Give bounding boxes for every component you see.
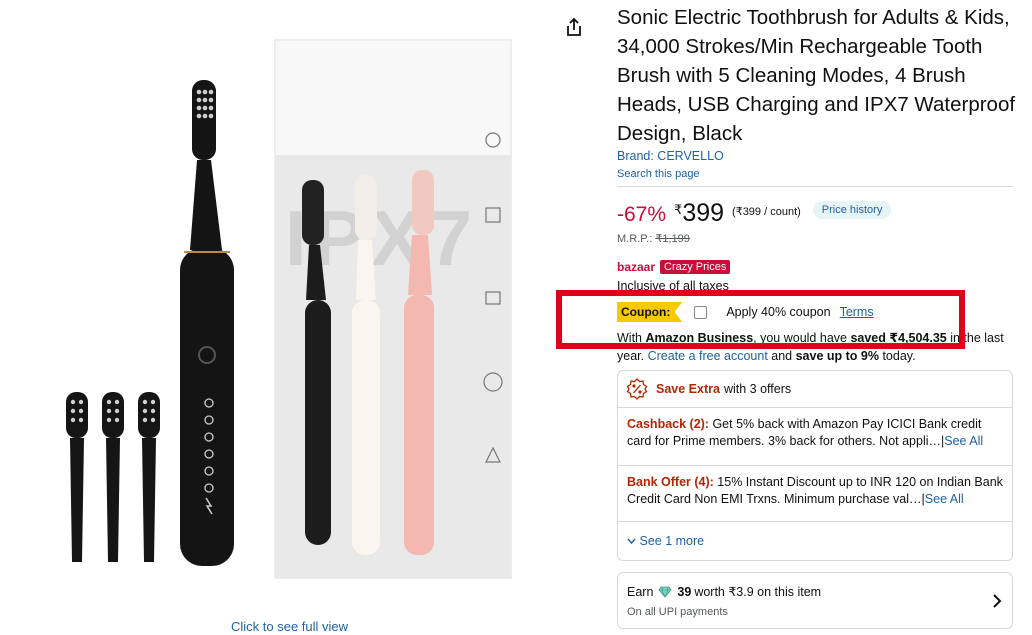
price-history-button[interactable]: Price history (812, 201, 892, 219)
divider (618, 521, 1012, 522)
see-all-link[interactable]: See All (944, 434, 983, 448)
see-more-label: See 1 more (639, 534, 705, 548)
mrp: M.R.P.: ₹1,199 (617, 232, 690, 245)
coupon-row: Coupon: Apply 40% coupon Terms (617, 302, 882, 322)
bazaar-logo: bazaar (617, 260, 656, 274)
full-view-link[interactable]: Click to see full view (231, 619, 348, 634)
mrp-label: M.R.P.: (617, 233, 653, 245)
chevron-down-icon (627, 538, 636, 545)
earn-subtitle: On all UPI payments (627, 606, 728, 618)
product-photo[interactable]: IPX7 (0, 0, 560, 635)
business-name: Amazon Business (645, 331, 754, 345)
divider (618, 465, 1012, 466)
offer-bank[interactable]: Bank Offer (4): 15% Instant Discount up … (627, 474, 1007, 508)
currency-symbol: ₹ (674, 202, 683, 217)
product-image[interactable]: IPX7 (0, 0, 560, 635)
coupon-badge: Coupon: (617, 302, 683, 322)
price-amount: 399 (682, 199, 725, 227)
search-page-link[interactable]: Search this page (617, 168, 700, 180)
product-title: Sonic Electric Toothbrush for Adults & K… (617, 6, 1016, 145)
share-icon[interactable] (563, 16, 585, 38)
taxes-note: Inclusive of all taxes (617, 279, 729, 293)
offer-cashback[interactable]: Cashback (2): Get 5% back with Amazon Pa… (627, 416, 1007, 450)
bazaar-badge: bazaar Crazy Prices (617, 260, 731, 274)
business-text: today. (878, 349, 916, 363)
see-more-offers-button[interactable]: See 1 more (627, 534, 704, 548)
unit-price: (₹399 / count) (732, 206, 801, 218)
earn-prefix: Earn (627, 584, 654, 599)
coupon-checkbox[interactable] (694, 305, 708, 319)
chevron-right-icon[interactable] (991, 593, 1003, 609)
offers-header: Save Extra with 3 offers (626, 378, 791, 400)
save-extra-label: Save Extra (656, 382, 720, 396)
earn-worth: worth ₹3.9 on this item (694, 585, 822, 599)
coupon-terms-link[interactable]: Terms (840, 305, 874, 319)
offers-card: Save Extra with 3 offers Cashback (2): G… (617, 370, 1013, 561)
brand-link[interactable]: Brand: CERVELLO (617, 149, 724, 163)
business-save-up: save up to 9% (795, 349, 879, 363)
offers-count: with 3 offers (723, 382, 792, 396)
divider (617, 186, 1013, 187)
gem-icon (658, 586, 672, 598)
coupon-text[interactable]: Apply 40% coupon (726, 305, 830, 319)
business-savings-note: With Amazon Business, you would have sav… (617, 329, 1013, 365)
percent-badge-icon (626, 378, 648, 400)
business-text: With (617, 331, 646, 345)
business-text: and (767, 349, 796, 363)
business-text: , you would have (753, 331, 851, 345)
earn-points: 39 (677, 584, 692, 599)
see-all-link[interactable]: See All (925, 492, 964, 506)
offer-kind: Cashback (2): (627, 417, 709, 431)
business-saved: saved ₹4,504.35 (850, 331, 947, 345)
earn-row: Earn 39 worth ₹3.9 on this item (627, 584, 822, 600)
mrp-value: ₹1,199 (655, 233, 690, 245)
divider (618, 407, 1012, 408)
offer-kind: Bank Offer (4): (627, 475, 714, 489)
create-account-link[interactable]: Create a free account (648, 349, 768, 363)
earn-card[interactable]: Earn 39 worth ₹3.9 on this item On all U… (617, 572, 1013, 629)
discount-percent: -67% (617, 203, 667, 226)
price-row: -67% ₹ 399 (₹399 / count) Price history (617, 198, 892, 228)
crazy-prices-tag: Crazy Prices (660, 260, 731, 274)
